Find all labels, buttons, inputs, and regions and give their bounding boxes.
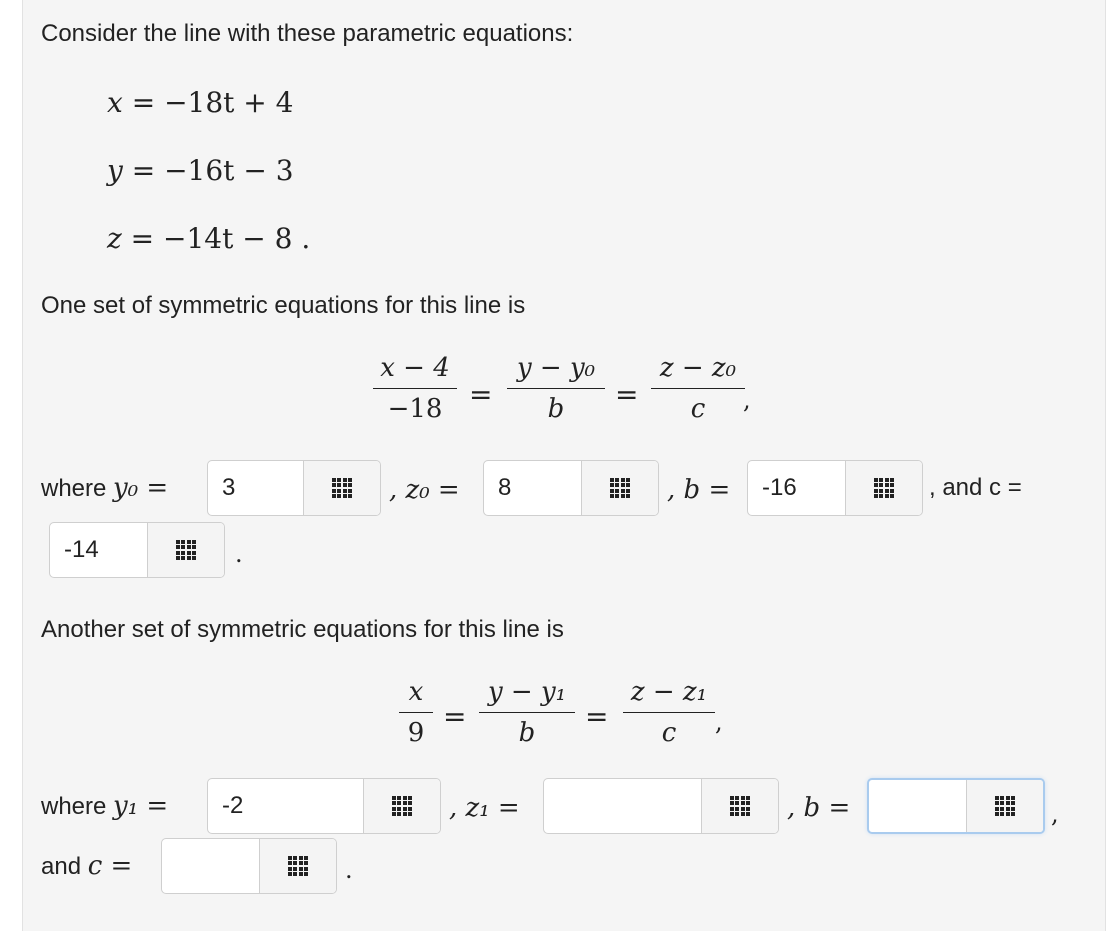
z1-keypad-button[interactable] [701, 779, 778, 833]
keypad-grid-icon [287, 855, 309, 877]
keypad-grid-icon [175, 539, 197, 561]
z1-input-value[interactable] [544, 779, 701, 833]
set2-heading: Another set of symmetric equations for t… [41, 616, 564, 643]
set2-equals-2: = [585, 700, 609, 733]
b2-label: , b = [787, 793, 851, 823]
keypad-grid-icon [331, 477, 353, 499]
b1-input[interactable]: -16 [747, 460, 923, 516]
z0-input-value[interactable]: 8 [484, 461, 581, 515]
z1-input[interactable] [543, 778, 779, 834]
param-eq-z: z = −14t − 8 . [107, 222, 311, 255]
b2-input[interactable] [867, 778, 1045, 834]
set1-fraction-x: x − 4 −18 [373, 352, 457, 425]
set1-equals-2: = [615, 378, 639, 411]
set1-fraction-y: y − y₀ b [507, 352, 605, 425]
c1-input-value[interactable]: -14 [50, 523, 147, 577]
intro-text: Consider the line with these parametric … [41, 20, 574, 47]
set1-end-period: . [235, 540, 243, 568]
set2-fraction-z: z − z₁ c [623, 676, 715, 749]
set2-trailing-comma: , [715, 708, 723, 736]
set2-equals-1: = [443, 700, 467, 733]
set1-trailing-comma: , [743, 386, 751, 414]
c1-label: , and c = [929, 474, 1022, 501]
z1-label: , z₁ = [449, 793, 520, 823]
set1-fraction-z: z − z₀ c [651, 352, 745, 425]
set1-where-label: where y₀ = [41, 473, 169, 503]
c2-input[interactable] [161, 838, 337, 894]
b1-label: , b = [667, 475, 731, 505]
z0-input[interactable]: 8 [483, 460, 659, 516]
keypad-grid-icon [729, 795, 751, 817]
y1-input[interactable]: -2 [207, 778, 441, 834]
question-panel: Consider the line with these parametric … [22, 0, 1106, 931]
y0-input[interactable]: 3 [207, 460, 381, 516]
set2-after-b-comma: , [1051, 800, 1059, 828]
set2-fraction-x: x 9 [399, 676, 433, 749]
c2-label: and c = [41, 851, 133, 881]
set1-heading: One set of symmetric equations for this … [41, 292, 526, 319]
keypad-grid-icon [873, 477, 895, 499]
c2-input-value[interactable] [162, 839, 259, 893]
y1-keypad-button[interactable] [363, 779, 440, 833]
param-eq-x: x = −18t + 4 [107, 86, 294, 119]
param-eq-y: y = −16t − 3 [107, 154, 294, 187]
c2-keypad-button[interactable] [259, 839, 336, 893]
set2-fraction-y: y − y₁ b [479, 676, 575, 749]
b2-input-value[interactable] [869, 780, 966, 832]
y0-input-value[interactable]: 3 [208, 461, 303, 515]
c1-input[interactable]: -14 [49, 522, 225, 578]
set2-where-label: where y₁ = [41, 791, 169, 821]
y1-input-value[interactable]: -2 [208, 779, 363, 833]
b2-keypad-button[interactable] [966, 780, 1043, 832]
b1-keypad-button[interactable] [845, 461, 922, 515]
y0-keypad-button[interactable] [303, 461, 380, 515]
keypad-grid-icon [994, 795, 1016, 817]
set1-equals-1: = [469, 378, 493, 411]
c1-keypad-button[interactable] [147, 523, 224, 577]
z0-label: , z₀ = [389, 475, 460, 505]
keypad-grid-icon [609, 477, 631, 499]
z0-keypad-button[interactable] [581, 461, 658, 515]
set2-end-period: . [345, 856, 353, 884]
b1-input-value[interactable]: -16 [748, 461, 845, 515]
keypad-grid-icon [391, 795, 413, 817]
